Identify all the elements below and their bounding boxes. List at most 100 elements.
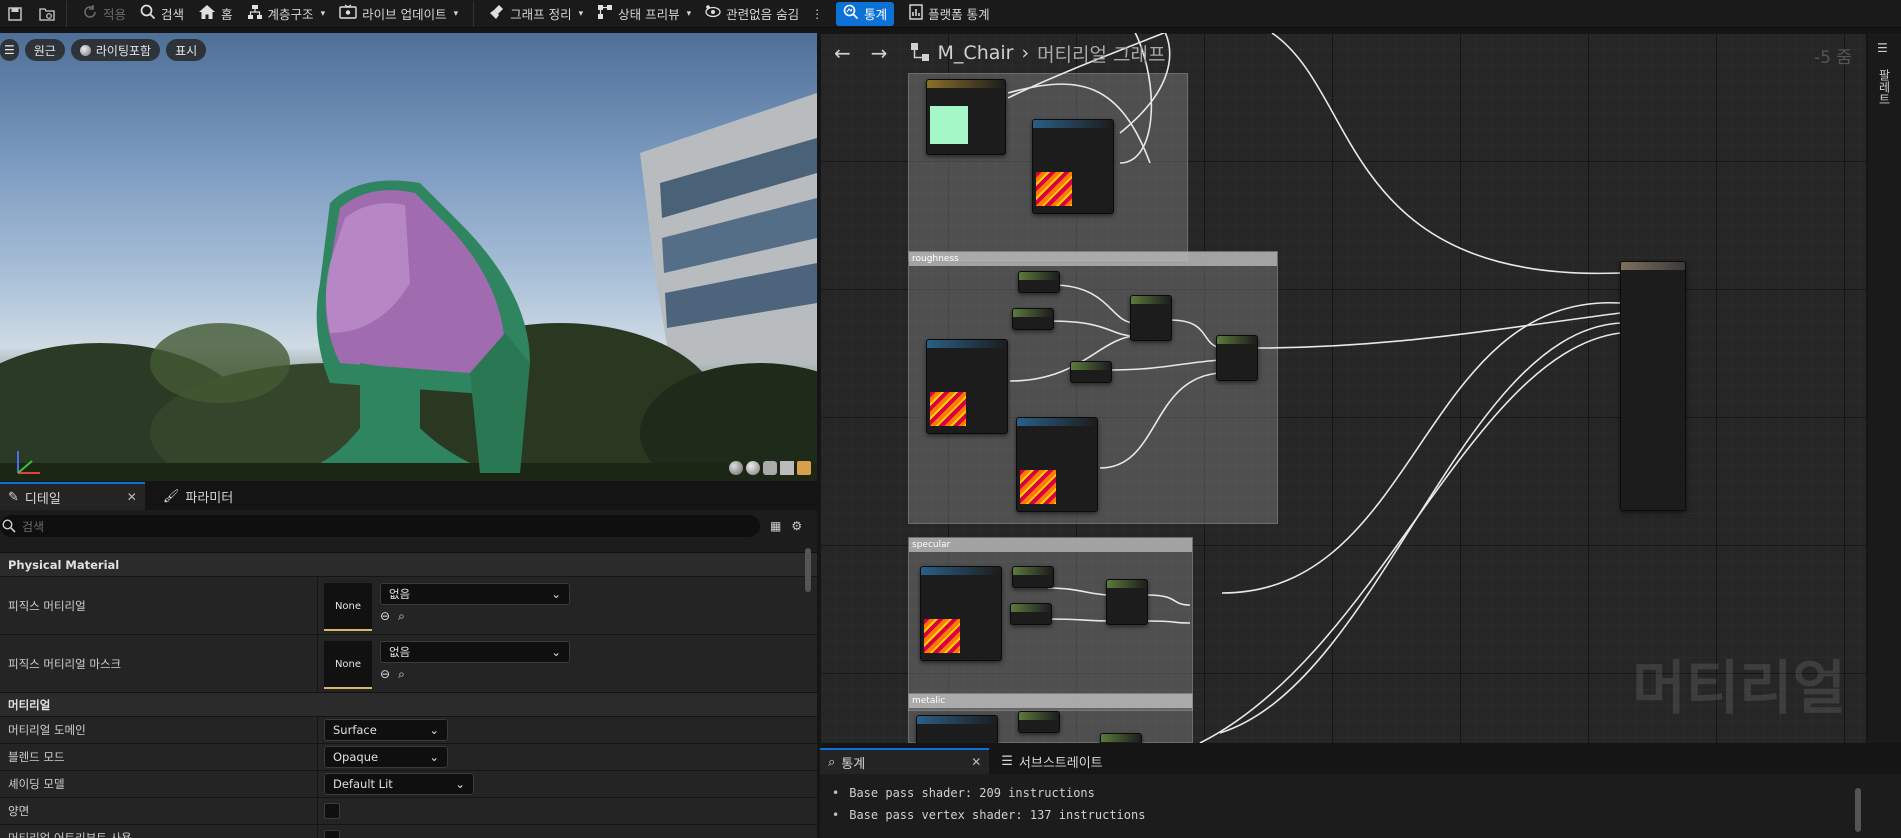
hide-unrelated-label: 관련없음 숨김 (726, 7, 800, 22)
shading-model-combo[interactable]: Default Lit ⌄ (324, 773, 474, 795)
prop-phys-material-label: 피직스 머티리얼 (0, 577, 318, 634)
texture-sample-node[interactable] (916, 715, 998, 743)
scalar-node[interactable] (1018, 271, 1060, 293)
asset-thumbnail[interactable]: None (324, 641, 372, 689)
preview-icon (597, 4, 613, 23)
back-arrow-icon[interactable]: ← (834, 41, 851, 65)
cylinder-preview-icon[interactable] (729, 461, 743, 475)
vector-param-node[interactable] (926, 79, 1006, 155)
stats-line-text: Base pass vertex shader: 137 instruction… (849, 808, 1146, 822)
tab-stats[interactable]: ⌕ 통계 ✕ (820, 748, 990, 774)
texture-sample-node[interactable] (920, 566, 1002, 661)
use-selected-icon[interactable]: ⊖ (380, 667, 390, 682)
forward-arrow-icon[interactable]: → (871, 41, 888, 65)
perspective-pill[interactable]: 원근 (24, 39, 65, 61)
node-header (1019, 712, 1059, 720)
use-selected-icon[interactable]: ⊖ (380, 609, 390, 624)
pencil-icon: ✎ (8, 489, 19, 505)
texture-sample-node[interactable] (1016, 417, 1098, 512)
scalar-node[interactable] (1012, 308, 1054, 330)
details-search-input[interactable]: 검색 (0, 515, 760, 537)
sphere-preview-icon[interactable] (746, 461, 760, 475)
details-scrollbar[interactable] (805, 548, 811, 592)
preview-scene (0, 93, 817, 481)
hide-unrelated-button[interactable]: 관련없음 숨김 (698, 1, 806, 27)
scalar-node[interactable] (1010, 603, 1052, 625)
node-header (1071, 362, 1111, 370)
state-preview-dropdown[interactable]: 상태 프리뷰 ▾ (590, 1, 698, 27)
browse-icon[interactable] (36, 3, 58, 25)
lerp-node[interactable] (1100, 733, 1142, 743)
stats-toggle-button[interactable]: 통계 (836, 1, 895, 26)
platform-stats-icon (909, 4, 923, 23)
combo-value: Surface (333, 723, 377, 737)
node-header (1107, 580, 1147, 588)
main-toolbar: 적용 검색 홈 계층구조 ▾ 라이브 업데이트 ▾ 그래프 정리 ▾ 상태 프리… (0, 0, 1901, 28)
phys-material-mask-combo[interactable]: 없음 ⌄ (380, 641, 570, 663)
material-preview-viewport[interactable]: ☰ 원근 라이팅포함 표시 (0, 33, 817, 481)
show-pill[interactable]: 표시 (166, 39, 207, 61)
close-icon[interactable]: ✕ (127, 490, 137, 504)
stats-scrollbar[interactable] (1855, 788, 1861, 832)
lerp-node[interactable] (1130, 295, 1172, 341)
asset-thumbnail[interactable]: None (324, 583, 372, 631)
phys-material-combo[interactable]: 없음 ⌄ (380, 583, 570, 605)
broom-icon (489, 4, 505, 23)
use-attributes-checkbox[interactable] (324, 830, 340, 838)
palette-tab[interactable]: 팔레트 (1876, 69, 1893, 105)
close-icon[interactable]: ✕ (971, 755, 981, 769)
chevron-down-icon: ⌄ (551, 587, 561, 601)
material-graph-icon (910, 42, 930, 65)
breadcrumb-material[interactable]: M_Chair (938, 42, 1014, 64)
texture-sample-node[interactable] (1032, 119, 1114, 214)
lit-mode-pill[interactable]: 라이팅포함 (70, 39, 161, 61)
live-update-dropdown[interactable]: 라이브 업데이트 ▾ (332, 1, 465, 27)
tab-parameters[interactable]: 🖌 파라미터 (155, 482, 241, 510)
category-physical-material[interactable]: Physical Material (0, 552, 817, 576)
apply-button[interactable]: 적용 (75, 1, 133, 27)
table-view-icon[interactable]: ▦ (770, 519, 781, 533)
viewport-menu-icon[interactable]: ☰ (0, 39, 19, 61)
blend-mode-combo[interactable]: Opaque ⌄ (324, 746, 448, 768)
platform-stats-button[interactable]: 플랫폼 통계 (902, 1, 996, 27)
prop-shading-model-label: 셰이딩 모델 (0, 771, 318, 797)
node-header (1101, 734, 1141, 742)
search-icon: ⌕ (828, 754, 836, 770)
save-icon[interactable] (4, 3, 26, 25)
asset-actions: ⊖ ⌕ (380, 609, 570, 624)
tab-details-label: 디테일 (24, 491, 61, 507)
node-header (1621, 262, 1685, 270)
stats-line-text: Base pass shader: 209 instructions (849, 786, 1095, 800)
scalar-node[interactable] (1070, 361, 1112, 383)
gear-icon[interactable]: ⚙ (791, 519, 802, 533)
two-sided-checkbox[interactable] (324, 803, 340, 819)
prop-phys-material-mask-value: None 없음 ⌄ ⊖ ⌕ (318, 635, 817, 692)
cube-preview-icon[interactable] (780, 461, 794, 475)
prop-use-attributes-value (318, 825, 817, 838)
texture-thumbnail (1020, 470, 1056, 504)
category-material[interactable]: 머티리얼 (0, 692, 817, 716)
palette-icon[interactable]: ☰ (1877, 41, 1888, 55)
tab-substrate-label: 서브스트레이트 (1018, 755, 1103, 771)
more-options-icon[interactable]: ⋮ (806, 3, 828, 25)
tab-substrate[interactable]: ☰ 서브스트레이트 (993, 748, 1110, 774)
browse-asset-icon[interactable]: ⌕ (398, 609, 405, 624)
scalar-node[interactable] (1018, 711, 1060, 733)
lerp-node[interactable] (1106, 579, 1148, 625)
texture-sample-node[interactable] (926, 339, 1008, 434)
plane-preview-icon[interactable] (763, 461, 777, 475)
scalar-node[interactable] (1012, 566, 1054, 588)
stats-list: Base pass shader: 209 instructions Base … (820, 774, 1901, 826)
chevron-down-icon: ▾ (453, 8, 459, 19)
tab-details[interactable]: ✎ 디테일 ✕ (0, 482, 145, 510)
graph-cleanup-dropdown[interactable]: 그래프 정리 ▾ (482, 1, 590, 27)
teapot-preview-icon[interactable] (797, 461, 811, 475)
search-button[interactable]: 검색 (133, 1, 191, 27)
browse-asset-icon[interactable]: ⌕ (398, 667, 405, 682)
main-material-node[interactable] (1620, 261, 1686, 511)
lerp-node[interactable] (1216, 335, 1258, 381)
material-graph-canvas[interactable]: roughness specular metalic ← → M_Chair ›… (820, 33, 1866, 743)
hierarchy-dropdown[interactable]: 계층구조 ▾ (240, 1, 333, 27)
material-domain-combo[interactable]: Surface ⌄ (324, 719, 448, 741)
home-button[interactable]: 홈 (191, 1, 240, 27)
